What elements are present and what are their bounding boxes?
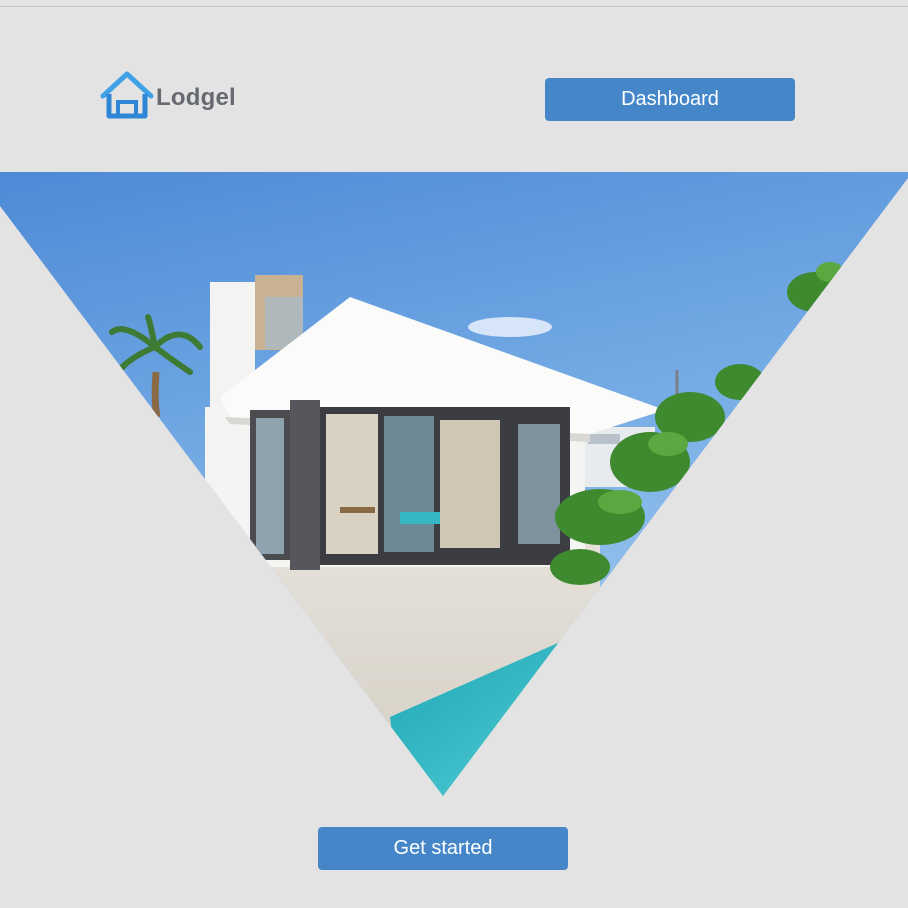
dashboard-button[interactable]: Dashboard bbox=[545, 78, 795, 121]
brand-logo[interactable]: Lodgel bbox=[100, 70, 236, 120]
get-started-button[interactable]: Get started bbox=[318, 827, 568, 870]
house-icon bbox=[100, 71, 154, 119]
hero-image bbox=[0, 172, 908, 796]
top-divider bbox=[0, 6, 908, 7]
landing-page: Lodgel Dashboard Get started bbox=[0, 0, 908, 908]
brand-name: Lodgel bbox=[156, 84, 236, 111]
